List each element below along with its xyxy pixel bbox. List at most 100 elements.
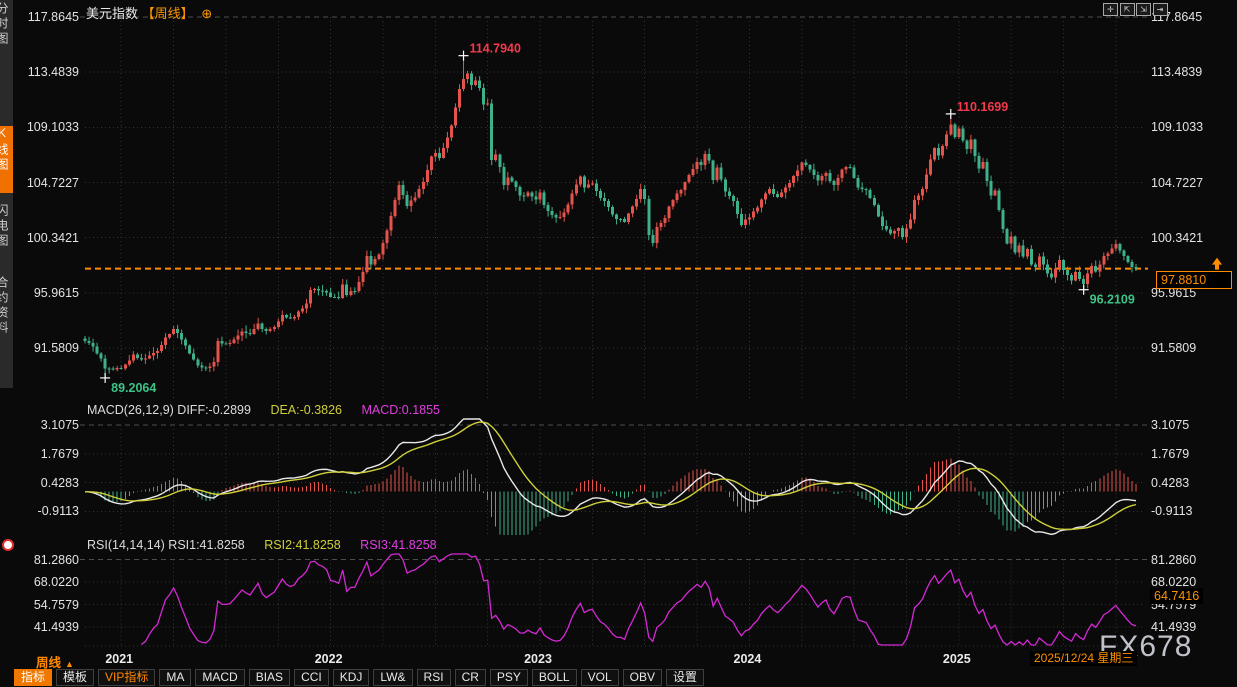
price-axis-label: 95.9615 xyxy=(17,286,79,300)
candle xyxy=(172,329,175,334)
toolbar-button-VIP指标[interactable]: VIP指标 xyxy=(98,669,155,686)
candle xyxy=(144,358,147,359)
candle xyxy=(756,207,759,211)
extreme-price-annotation: 110.1699 xyxy=(957,100,1008,114)
last-price-tag: 97.8810 xyxy=(1156,271,1232,289)
macd-axis-label: -0.9113 xyxy=(1151,504,1192,518)
candle xyxy=(506,177,509,185)
fit-chart-icon[interactable]: ⇱ xyxy=(1120,3,1135,16)
toolbar-button-BIAS[interactable]: BIAS xyxy=(249,669,290,686)
candle xyxy=(305,304,308,309)
candle xyxy=(861,188,864,189)
rsi-axis-label: 81.2860 xyxy=(17,553,79,567)
candle xyxy=(635,199,638,207)
candle xyxy=(176,329,179,333)
candle xyxy=(216,341,219,362)
candle xyxy=(913,200,916,219)
candle xyxy=(969,140,972,149)
add-indicator-icon[interactable]: ⊕ xyxy=(201,6,212,21)
scroll-right-icon[interactable]: ⇥ xyxy=(1153,3,1168,16)
toolbar-button-CR[interactable]: CR xyxy=(455,669,486,686)
sidebar-item-3[interactable]: 闪电图 xyxy=(0,204,13,267)
candle xyxy=(1006,229,1009,243)
toolbar-button-LW&[interactable]: LW& xyxy=(373,669,412,686)
candle xyxy=(498,155,501,167)
candle xyxy=(949,124,952,134)
candle xyxy=(486,103,489,104)
candle xyxy=(341,285,344,298)
candle xyxy=(837,178,840,185)
candle xyxy=(816,175,819,181)
macd-axis-label: -0.9113 xyxy=(17,504,79,518)
candle xyxy=(849,167,852,168)
candle xyxy=(321,291,324,292)
candle xyxy=(285,315,288,317)
candle xyxy=(237,335,240,339)
candle xyxy=(490,103,493,160)
toolbar-button-KDJ[interactable]: KDJ xyxy=(333,669,370,686)
candle xyxy=(535,197,538,200)
candle xyxy=(317,289,320,290)
candle xyxy=(675,193,678,200)
candle xyxy=(893,231,896,234)
candle xyxy=(1106,253,1109,256)
candle xyxy=(422,182,425,189)
candle xyxy=(474,81,477,85)
toolbar-button-MA[interactable]: MA xyxy=(159,669,191,686)
candle xyxy=(700,162,703,165)
toolbar-button-OBV[interactable]: OBV xyxy=(623,669,662,686)
toolbar-button-VOL[interactable]: VOL xyxy=(581,669,619,686)
year-label-2023: 2023 xyxy=(508,652,568,666)
sidebar-item-label: 闪电图 xyxy=(0,204,11,249)
candle xyxy=(365,256,368,272)
candle xyxy=(410,200,413,206)
candle xyxy=(1054,269,1057,278)
toolbar-button-CCI[interactable]: CCI xyxy=(294,669,329,686)
candle xyxy=(434,153,437,156)
chart-window: 分时图K线图闪电图合约资料 美元指数 【周线】 ⊕ 114.7940110.16… xyxy=(0,0,1237,687)
candle xyxy=(184,339,187,345)
hot-indicator-icon[interactable] xyxy=(2,539,14,551)
candle xyxy=(116,368,119,369)
candle xyxy=(478,81,481,88)
candlestick-chart: 114.7940110.169989.206496.2109 xyxy=(0,0,1237,687)
candle xyxy=(426,170,429,182)
candle xyxy=(965,141,968,149)
candle xyxy=(953,124,956,136)
candle xyxy=(345,285,348,295)
scale-axis-icon[interactable]: ⇲ xyxy=(1136,3,1151,16)
candle xyxy=(651,235,654,243)
price-axis-label: 91.5809 xyxy=(17,341,79,355)
sidebar-item-2[interactable]: K线图 xyxy=(0,126,13,193)
candle xyxy=(462,79,465,89)
toolbar-button-RSI[interactable]: RSI xyxy=(417,669,451,686)
candle xyxy=(1066,270,1069,275)
candle xyxy=(245,331,248,333)
candle xyxy=(414,197,417,200)
candle xyxy=(583,177,586,188)
toolbar-button-BOLL[interactable]: BOLL xyxy=(532,669,577,686)
candle xyxy=(857,178,860,188)
macd-diff-label: MACD(26,12,9) DIFF:-0.2899 xyxy=(87,403,251,417)
candle xyxy=(994,190,997,195)
candle xyxy=(780,193,783,197)
sidebar-item-1[interactable]: 分时图 xyxy=(0,2,13,60)
candle xyxy=(418,189,421,197)
period-selector-label: 周线 xyxy=(36,656,61,670)
toolbar-button-MACD[interactable]: MACD xyxy=(195,669,244,686)
candle xyxy=(390,216,393,231)
candle xyxy=(402,185,405,195)
sidebar-item-4[interactable]: 合约资料 xyxy=(0,276,13,376)
crosshair-icon[interactable]: ✛ xyxy=(1103,3,1118,16)
toolbar-button-模板[interactable]: 模板 xyxy=(56,669,94,686)
candle xyxy=(933,148,936,160)
candle xyxy=(1126,256,1129,262)
candle xyxy=(1018,246,1021,253)
candle xyxy=(905,229,908,238)
candle xyxy=(724,179,727,191)
toolbar-button-设置[interactable]: 设置 xyxy=(666,669,704,686)
candle xyxy=(454,107,457,125)
toolbar-button-PSY[interactable]: PSY xyxy=(490,669,528,686)
candle xyxy=(977,156,980,168)
toolbar-button-指标[interactable]: 指标 xyxy=(14,669,52,686)
